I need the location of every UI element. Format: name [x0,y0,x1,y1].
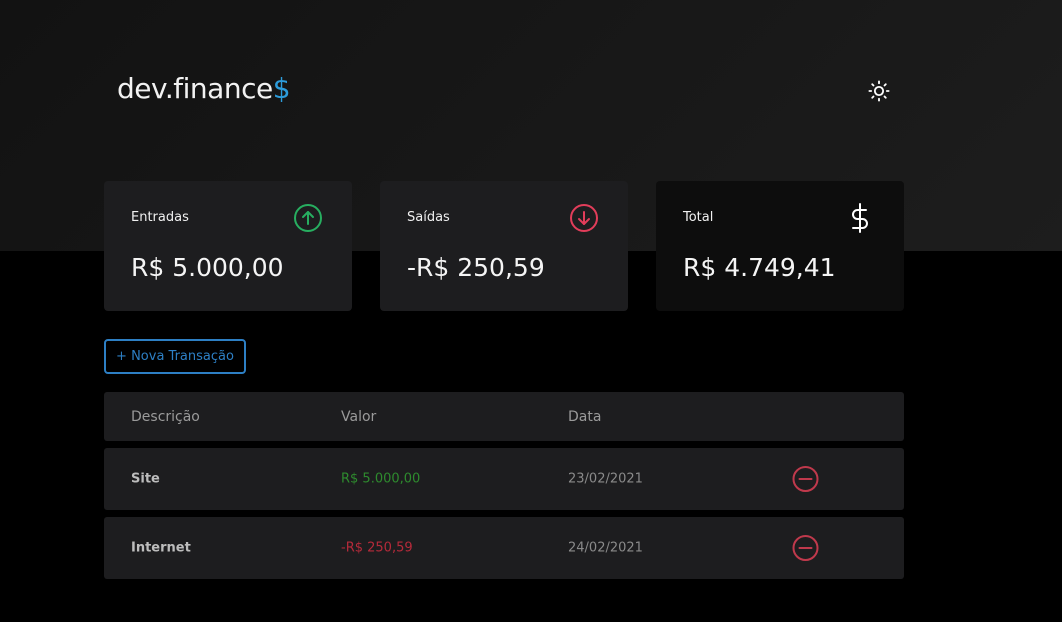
arrow-up-circle-icon [293,203,323,233]
logo-accent: $ [272,72,291,105]
table-header: Descrição Valor Data [104,392,904,441]
table-row: Internet -R$ 250,59 24/02/2021 [104,517,904,579]
header-description: Descrição [131,408,200,425]
new-transaction-button[interactable]: + Nova Transação [104,339,246,374]
theme-toggle-button[interactable] [866,78,892,104]
sun-icon [868,80,890,102]
income-card-label: Entradas [131,210,189,225]
total-card-label: Total [683,210,714,225]
minus-circle-icon [792,535,819,561]
expense-card-label: Saídas [407,210,450,225]
row-description: Site [131,471,160,487]
expense-card-value: -R$ 250,59 [407,253,545,282]
row-amount: R$ 5.000,00 [341,471,421,487]
remove-transaction-button[interactable] [792,466,819,493]
header-amount: Valor [341,408,377,425]
income-card-value: R$ 5.000,00 [131,253,284,282]
remove-transaction-button[interactable] [792,535,819,562]
total-card: Total R$ 4.749,41 [656,181,904,311]
arrow-down-circle-icon [569,203,599,233]
minus-circle-icon [792,466,819,492]
table-row: Site R$ 5.000,00 23/02/2021 [104,448,904,510]
header-date: Data [568,408,602,425]
row-amount: -R$ 250,59 [341,540,413,556]
row-date: 24/02/2021 [568,540,643,556]
logo: dev.finance$ [117,72,291,105]
dollar-sign-icon [845,203,875,233]
total-card-value: R$ 4.749,41 [683,253,836,282]
row-description: Internet [131,540,191,556]
expense-card: Saídas -R$ 250,59 [380,181,628,311]
row-date: 23/02/2021 [568,471,643,487]
logo-text: dev.finance [117,72,273,105]
income-card: Entradas R$ 5.000,00 [104,181,352,311]
